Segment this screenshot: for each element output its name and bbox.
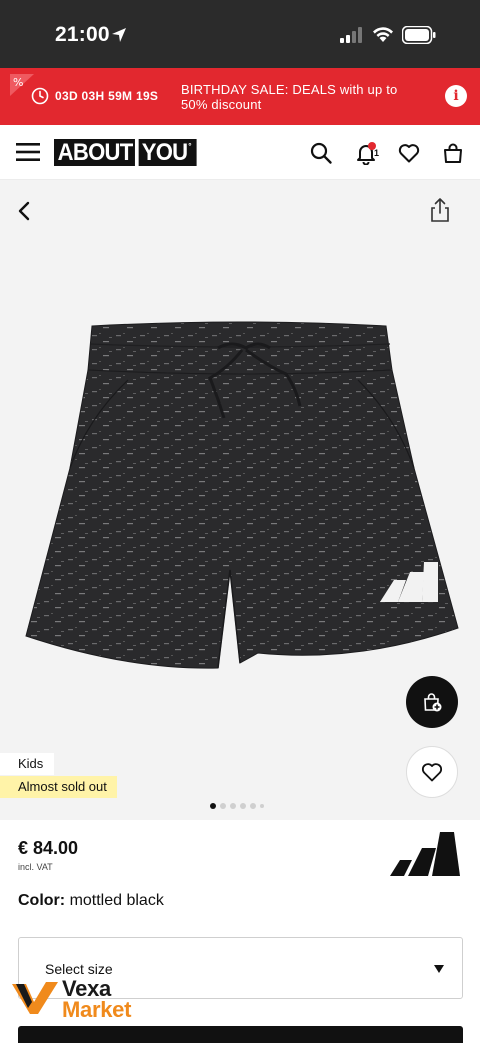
- category-tag: Kids: [0, 753, 55, 775]
- share-icon[interactable]: [429, 197, 451, 223]
- pagination-dot[interactable]: [240, 803, 246, 809]
- logo-text-left: ABOUT: [57, 138, 134, 166]
- pagination-dot[interactable]: [260, 804, 264, 808]
- location-arrow-icon: [112, 28, 126, 42]
- watermark-line2: Market: [62, 997, 132, 1022]
- add-to-bag-quick-button[interactable]: [406, 676, 458, 728]
- svg-text:%: %: [13, 76, 23, 89]
- heart-icon[interactable]: [397, 141, 421, 165]
- color-label: Color:: [18, 892, 66, 909]
- pagination-dot[interactable]: [220, 803, 226, 809]
- heart-icon: [421, 763, 443, 782]
- color-info: Color: mottled black: [18, 892, 164, 910]
- logo-text-right: YOU: [141, 138, 188, 166]
- sale-text: BIRTHDAY SALE: DEALS with up to 50% disc…: [181, 82, 398, 112]
- clock-icon: [31, 87, 49, 105]
- product-image-shorts[interactable]: [18, 318, 466, 678]
- signal-icon: [340, 27, 362, 43]
- search-icon[interactable]: [309, 141, 333, 165]
- caret-down-icon: [434, 965, 444, 973]
- info-icon[interactable]: i: [445, 85, 467, 107]
- logo-mark: °: [188, 140, 191, 151]
- pagination-dot[interactable]: [250, 803, 256, 809]
- wishlist-button[interactable]: [406, 746, 458, 798]
- color-value: mottled black: [69, 892, 164, 909]
- pagination-dot[interactable]: [210, 803, 216, 809]
- logo-divider: [135, 139, 139, 166]
- vexa-market-watermark: Vexa Market: [12, 976, 162, 1024]
- notification-count: 1: [374, 148, 380, 158]
- back-arrow-icon[interactable]: [14, 200, 36, 222]
- wifi-icon: [373, 27, 393, 42]
- adidas-logo[interactable]: [388, 830, 464, 880]
- bag-plus-icon: [424, 693, 442, 712]
- menu-icon[interactable]: [16, 142, 40, 162]
- header: ABOUT YOU °: [0, 125, 480, 180]
- vexa-v-logo-icon: [12, 982, 58, 1014]
- battery-icon: [402, 26, 436, 44]
- product-price: € 84.00: [18, 838, 79, 858]
- status-time: 21:00: [55, 23, 110, 46]
- add-to-cart-button[interactable]: [18, 1026, 463, 1043]
- about-you-logo[interactable]: ABOUT YOU °: [54, 138, 197, 166]
- size-select-placeholder: Select size: [45, 961, 113, 977]
- countdown-text: 03D 03H 59M 19S: [55, 89, 159, 103]
- stock-tag: Almost sold out: [0, 776, 117, 798]
- pagination-dot[interactable]: [230, 803, 236, 809]
- gallery-pagination[interactable]: [210, 803, 264, 809]
- countdown: 03D 03H 59M 19S: [24, 80, 168, 112]
- bag-icon[interactable]: [441, 141, 465, 165]
- sale-banner[interactable]: % 03D 03H 59M 19S BIRTHDAY SALE: DEALS w…: [0, 68, 480, 125]
- status-bar: 21:00: [0, 0, 480, 68]
- vat-note: incl. VAT: [18, 862, 53, 872]
